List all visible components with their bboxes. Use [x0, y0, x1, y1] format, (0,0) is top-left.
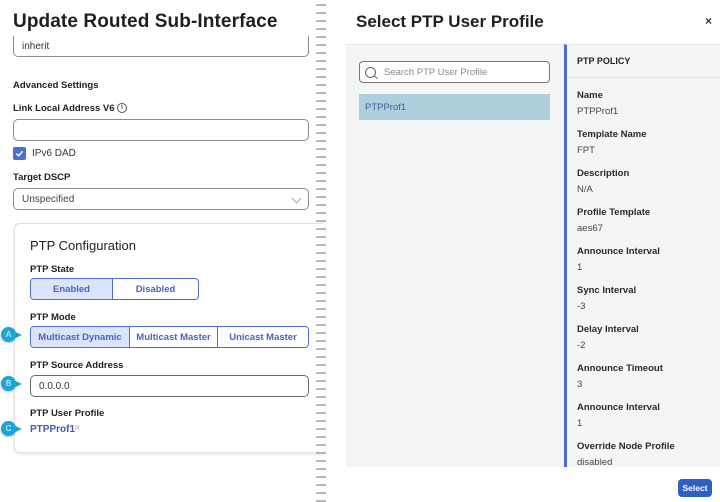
target-dscp-label: Target DSCP — [13, 172, 71, 183]
policy-field: Name PTPProf1 — [577, 90, 675, 129]
policy-field-value: FPT — [577, 145, 595, 156]
policy-field-key: Template Name — [577, 129, 647, 140]
ptp-policy-details: PTP POLICY Name PTPProf1 Template Name FPT D… — [564, 44, 720, 467]
update-sub-interface-panel: Update Routed Sub-Interface inherit Adva… — [0, 0, 324, 502]
close-icon[interactable]: × — [705, 14, 712, 28]
policy-fields: Name PTPProf1 Template Name FPT Description N… — [577, 90, 675, 467]
ptp-mode-unicast-master[interactable]: Unicast Master — [218, 327, 308, 347]
ptp-mode-label: PTP Mode — [30, 312, 76, 323]
ptp-source-address-input[interactable]: 0.0.0.0 — [30, 375, 309, 397]
target-dscp-value: Unspecified — [22, 193, 75, 205]
clear-profile-icon[interactable]: × — [74, 422, 80, 434]
policy-field: Delay Interval -2 — [577, 324, 675, 363]
callout-c: C — [1, 421, 23, 436]
policy-field: Profile Template aes67 — [577, 207, 675, 246]
list-item[interactable]: PTPProf1 — [359, 94, 550, 120]
ptp-state-toggle: Enabled Disabled — [30, 278, 199, 300]
policy-field-key: Description — [577, 168, 630, 179]
callout-a: A — [1, 327, 23, 342]
divider — [567, 77, 720, 78]
policy-field-key: Announce Timeout — [577, 363, 663, 374]
policy-field-value: -2 — [577, 340, 586, 351]
policy-field-value: aes67 — [577, 223, 603, 234]
ptp-state-label: PTP State — [30, 264, 75, 275]
policy-field-key: Announce Interval — [577, 402, 660, 413]
ptp-source-address-label: PTP Source Address — [30, 360, 124, 371]
search-placeholder: Search PTP User Profile — [384, 66, 488, 78]
policy-field: Sync Interval -3 — [577, 285, 675, 324]
ptp-mode-multicast-master[interactable]: Multicast Master — [130, 327, 218, 347]
policy-field-value: 1 — [577, 262, 583, 273]
panel-title: Update Routed Sub-Interface — [13, 11, 278, 32]
link-local-address-input[interactable] — [13, 119, 309, 141]
ptp-mode-multicast-dynamic[interactable]: Multicast Dynamic — [31, 327, 130, 347]
policy-field-key: Name — [577, 90, 603, 101]
policy-field-key: Announce Interval — [577, 246, 660, 257]
ptp-mode-toggle: Multicast Dynamic Multicast Master Unica… — [30, 326, 309, 348]
link-local-address-label: Link Local Address V6 — [13, 103, 115, 114]
policy-field: Announce Interval 1 — [577, 402, 675, 441]
policy-field: Template Name FPT — [577, 129, 675, 168]
advanced-settings-heading: Advanced Settings — [13, 80, 99, 91]
policy-field-key: Override Node Profile — [577, 441, 675, 452]
policy-field: Override Node Profile disabled — [577, 441, 675, 467]
policy-field-value: N/A — [577, 184, 593, 195]
ipv6-dad-label: IPv6 DAD — [32, 148, 76, 159]
ptp-state-enabled[interactable]: Enabled — [31, 279, 113, 299]
inherit-input[interactable]: inherit — [13, 36, 309, 57]
search-input[interactable]: Search PTP User Profile — [359, 61, 550, 83]
check-icon — [15, 150, 24, 157]
ptp-user-profile-label: PTP User Profile — [30, 408, 105, 419]
target-dscp-select[interactable]: Unspecified — [13, 188, 309, 210]
policy-field-value: disabled — [577, 457, 613, 467]
torn-edge-divider — [316, 0, 326, 502]
ptp-user-profile-link[interactable]: PTPProf1 — [30, 424, 75, 435]
policy-field: Announce Timeout 3 — [577, 363, 675, 402]
ptp-configuration-title: PTP Configuration — [30, 238, 136, 253]
chevron-down-icon — [291, 193, 302, 204]
policy-header: PTP POLICY — [577, 56, 631, 66]
policy-field-value: 3 — [577, 379, 583, 390]
info-icon[interactable]: i — [117, 103, 127, 113]
ptp-state-disabled[interactable]: Disabled — [113, 279, 198, 299]
policy-field-value: -3 — [577, 301, 586, 312]
select-button[interactable]: Select — [678, 479, 712, 497]
callout-b: B — [1, 376, 23, 391]
policy-field-key: Delay Interval — [577, 324, 639, 335]
select-ptp-user-profile-modal: Select PTP User Profile × Search PTP Use… — [346, 0, 720, 502]
policy-field-value: PTPProf1 — [577, 106, 619, 117]
policy-field-value: 1 — [577, 418, 583, 429]
ipv6-dad-checkbox[interactable] — [13, 147, 26, 160]
profile-list-pane: Search PTP User Profile PTPProf1 — [346, 44, 564, 467]
policy-field-key: Sync Interval — [577, 285, 637, 296]
policy-field: Announce Interval 1 — [577, 246, 675, 285]
policy-field-key: Profile Template — [577, 207, 651, 218]
search-icon — [365, 66, 376, 78]
modal-title: Select PTP User Profile — [356, 12, 544, 31]
policy-field: Description N/A — [577, 168, 675, 207]
